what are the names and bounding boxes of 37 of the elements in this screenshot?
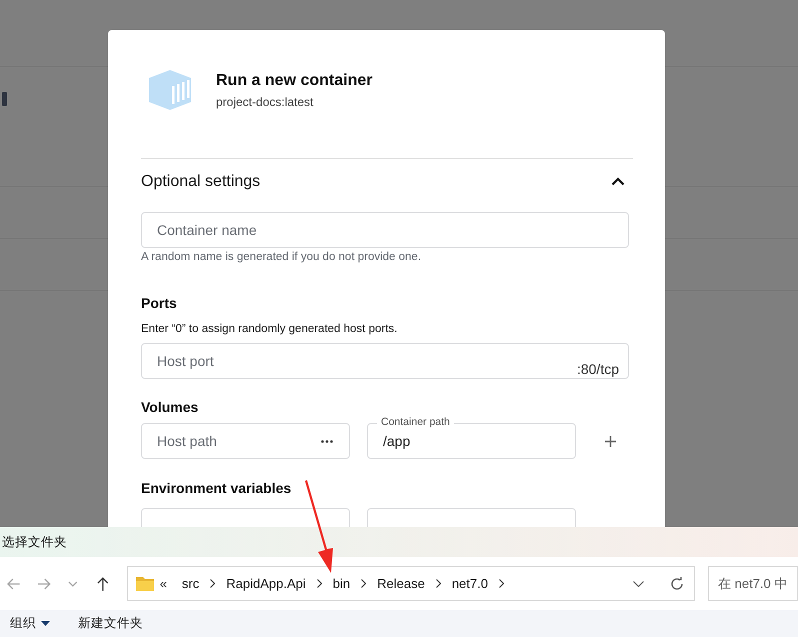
- collapse-chevron-icon[interactable]: [611, 177, 625, 186]
- breadcrumb-item[interactable]: Release: [366, 576, 436, 591]
- search-field[interactable]: 在 net7.0 中: [708, 566, 798, 601]
- add-icon[interactable]: [605, 436, 616, 446]
- container-icon: [148, 70, 192, 110]
- environment-heading: Environment variables: [141, 480, 292, 496]
- floating-label: Container path: [377, 416, 454, 429]
- chevron-right-icon[interactable]: [316, 579, 322, 588]
- breadcrumb-item[interactable]: bin: [322, 576, 362, 591]
- host-path-field[interactable]: Host path: [141, 423, 350, 459]
- volumes-heading: Volumes: [141, 399, 200, 415]
- modal-title: Run a new container: [216, 72, 372, 90]
- up-arrow-icon[interactable]: [95, 576, 111, 592]
- dialog-title: 选择文件夹: [2, 534, 67, 550]
- container-name-field[interactable]: Container name: [141, 212, 629, 248]
- chevron-down-icon[interactable]: [633, 580, 644, 586]
- address-bar[interactable]: « src RapidApp.Api bin Release net7.0: [126, 566, 696, 601]
- more-icon[interactable]: [321, 440, 333, 443]
- port-suffix: :80/tcp: [576, 361, 619, 377]
- breadcrumb-item[interactable]: src: [170, 576, 210, 591]
- folder-icon: [136, 576, 154, 591]
- overflow-marker[interactable]: «: [154, 576, 171, 591]
- image-name: project-docs:latest: [216, 94, 314, 108]
- toolbar-button[interactable]: 组织: [10, 615, 50, 632]
- chevron-right-icon[interactable]: [498, 579, 504, 588]
- breadcrumb-item[interactable]: RapidApp.Api: [215, 576, 317, 591]
- chevron-right-icon[interactable]: [361, 579, 366, 588]
- section-title: Optional settings: [141, 172, 260, 190]
- ports-description: Enter “0” to assign randomly generated host ports.: [141, 323, 398, 335]
- ports-heading: Ports: [141, 295, 178, 311]
- scroll-marker: [2, 92, 7, 106]
- breadcrumb-item[interactable]: net7.0: [440, 576, 499, 591]
- helper-text: A random name is generated if you do not provide one.: [141, 251, 422, 263]
- chevron-right-icon[interactable]: [436, 579, 441, 588]
- refresh-icon[interactable]: [670, 576, 684, 590]
- toolbar-button[interactable]: 新建文件夹: [78, 615, 143, 632]
- chevron-right-icon[interactable]: [210, 579, 216, 588]
